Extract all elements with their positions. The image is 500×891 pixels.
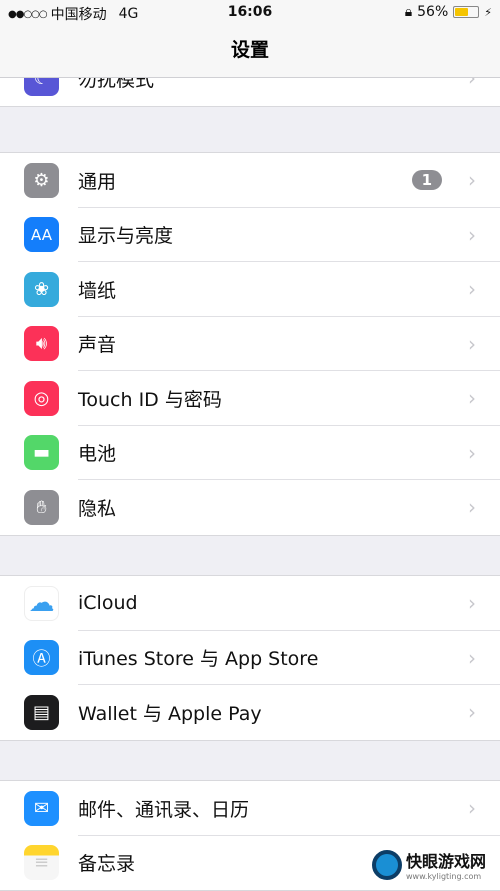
settings-row[interactable]: ◎ Touch ID 与密码 › <box>0 371 500 426</box>
fingerprint-icon: ◎ <box>24 380 59 416</box>
settings-row[interactable]: AA 显示与亮度 › <box>0 208 500 262</box>
page-title: 设置 <box>230 39 269 61</box>
watermark-logo-icon <box>372 849 402 880</box>
settings-row-label: Wallet 与 Apple Pay <box>78 702 262 725</box>
chevron-right-icon: › <box>468 700 476 725</box>
settings-row-label: 墙纸 <box>78 279 117 302</box>
settings-row[interactable]: ▬ 电池 › <box>0 426 500 480</box>
settings-row[interactable]: ⒶiTunes Store 与 App Store › <box>0 631 500 685</box>
mail-icon: ✉ <box>24 790 59 826</box>
settings-row-label: 邮件、通讯录、日历 <box>78 798 250 821</box>
gear-icon: ⚙ <box>24 162 59 198</box>
settings-row[interactable]: ☁ iCloud › <box>0 576 500 631</box>
battery-icon: ▬ <box>24 435 59 471</box>
chevron-right-icon: › <box>468 222 476 247</box>
settings-row-label: 显示与亮度 <box>78 225 174 248</box>
settings-row-label: 电池 <box>78 443 117 466</box>
chevron-right-icon: › <box>468 645 476 670</box>
status-bar: ●●○○○ 中国移动 4G 16:06 🔒︎ 56% ⚡ <box>0 0 500 26</box>
settings-group: ⚙ 通用 1 › AA 显示与亮度 › ❀ 墙纸 › 🔊︎ 声音 › ◎ Touch ID 与密码 › ▬ 电池 ›… <box>0 152 500 536</box>
chevron-right-icon: › <box>468 386 476 411</box>
settings-row-label: 备忘录 <box>78 853 136 876</box>
watermark-url: www.kyligting.com <box>406 872 482 881</box>
hand-icon: ✋︎ <box>24 489 59 525</box>
chevron-right-icon: › <box>468 495 476 520</box>
battery-percent: 56% <box>417 4 449 20</box>
settings-row-label: 隐私 <box>78 497 117 520</box>
settings-row[interactable]: ✋︎ 隐私 › <box>0 480 500 535</box>
update-badge: 1 <box>411 170 442 191</box>
settings-row[interactable]: ▤ Wallet 与 Apple Pay › <box>0 685 500 740</box>
settings-row-label: 通用 <box>78 170 117 193</box>
watermark: 快眼游戏网 www.kyligting.com <box>372 848 486 881</box>
settings-row-label: iTunes Store 与 App Store <box>78 648 319 671</box>
app-store-icon: Ⓐ <box>24 640 59 676</box>
watermark-name: 快眼游戏网 <box>406 852 487 871</box>
notes-icon: ≡ <box>24 845 59 881</box>
settings-row-label: iCloud <box>78 592 138 615</box>
chevron-right-icon: › <box>468 277 476 302</box>
settings-row[interactable]: ⚙ 通用 1 › <box>0 153 500 208</box>
settings-row[interactable]: 🔊︎ 声音 › <box>0 317 500 371</box>
flower-icon: ❀ <box>24 271 59 307</box>
chevron-right-icon: › <box>468 331 476 356</box>
navigation-bar: 设置 <box>0 26 500 78</box>
chevron-right-icon: › <box>468 168 476 193</box>
chevron-right-icon: › <box>468 591 476 616</box>
chevron-right-icon: › <box>468 796 476 821</box>
settings-group: ☁ iCloud › ⒶiTunes Store 与 App Store › ▤ Walle… <box>0 575 500 741</box>
settings-row-label: 声音 <box>78 334 117 357</box>
speaker-icon: 🔊︎ <box>24 326 59 362</box>
charging-icon: ⚡ <box>484 5 492 19</box>
settings-row[interactable]: ❀ 墙纸 › <box>0 262 500 317</box>
chevron-right-icon: › <box>468 440 476 465</box>
settings-row[interactable]: ✉ 邮件、通讯录、日历 › <box>0 781 500 836</box>
orientation-lock-icon: 🔒︎ <box>404 4 413 20</box>
settings-row-label: Touch ID 与密码 <box>78 388 222 411</box>
cloud-icon: ☁ <box>24 585 59 621</box>
wallet-icon: ▤ <box>24 694 59 730</box>
text-size-icon: AA <box>24 217 59 253</box>
battery-icon <box>453 6 480 18</box>
